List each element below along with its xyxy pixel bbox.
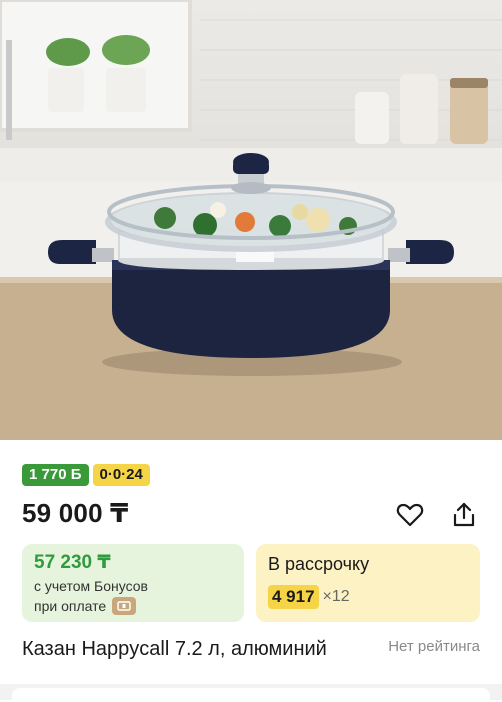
- product-price: 59 000 ₸: [22, 498, 129, 528]
- bonus-note-payment: при оплате: [34, 596, 232, 616]
- share-button[interactable]: [449, 500, 479, 530]
- share-icon: [453, 502, 475, 527]
- product-image[interactable]: [0, 0, 502, 440]
- product-photo: [0, 0, 502, 440]
- rating-status[interactable]: Нет рейтинга: [388, 638, 480, 655]
- bonus-note-label: при оплате: [34, 598, 107, 614]
- installment-badge: 0·0·24: [92, 464, 150, 486]
- product-title: Казан Happycall 7.2 л, алюминий: [22, 638, 327, 660]
- bonus-badge: 1 770 Б: [22, 464, 89, 486]
- badges: 1 770 Б 0·0·24: [22, 464, 150, 486]
- installment-card[interactable]: В рассрочку 4 917 ×12: [256, 544, 480, 622]
- bonus-price-card[interactable]: 57 230 ₸ с учетом Бонусов при оплате: [22, 544, 244, 622]
- heart-icon: [396, 503, 424, 527]
- installment-row: 4 917 ×12: [268, 585, 468, 609]
- installment-amount: 4 917: [268, 585, 319, 609]
- favorite-button[interactable]: [395, 500, 425, 530]
- wallet-icon: [112, 597, 137, 615]
- bonus-note: с учетом Бонусов: [34, 578, 148, 594]
- installment-term: ×12: [322, 588, 350, 605]
- bonus-price: 57 230 ₸: [34, 552, 111, 573]
- next-section: [0, 684, 502, 702]
- installment-title: В рассрочку: [268, 554, 370, 574]
